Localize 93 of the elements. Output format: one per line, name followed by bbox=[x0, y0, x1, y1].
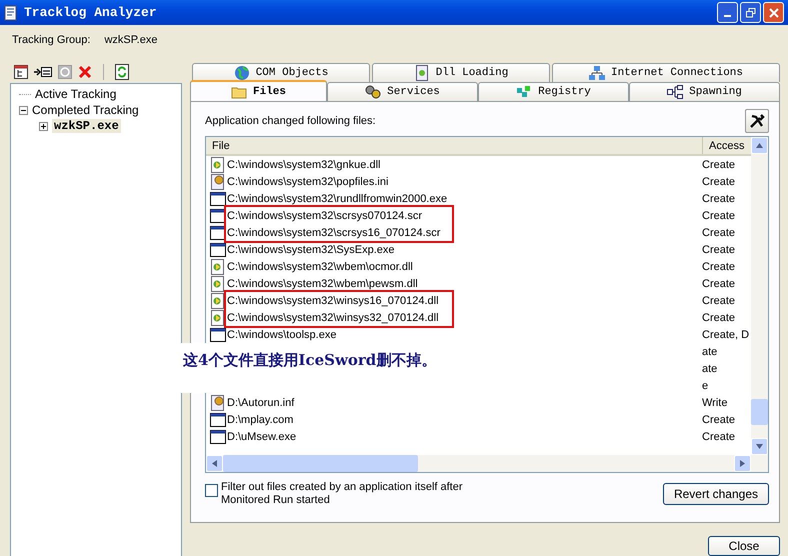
access-type: Create bbox=[702, 158, 736, 170]
file-path: C:\windows\system32\wbem\ocmor.dll bbox=[227, 260, 413, 272]
access-type: Create bbox=[702, 192, 736, 204]
settings-file-icon bbox=[210, 174, 226, 190]
tab[interactable]: Services bbox=[327, 82, 478, 101]
gears-icon bbox=[365, 85, 382, 99]
access-type: ate bbox=[702, 346, 718, 358]
app-icon bbox=[4, 4, 18, 20]
refresh-icon[interactable] bbox=[114, 63, 130, 81]
globe-icon bbox=[234, 65, 250, 81]
tab[interactable]: Registry bbox=[478, 82, 629, 101]
cubes-icon bbox=[516, 85, 532, 99]
tab[interactable]: Internet Connections bbox=[552, 63, 780, 82]
file-path: D:\Autorun.inf bbox=[227, 396, 294, 408]
tab[interactable]: Dll Loading bbox=[372, 63, 550, 82]
dll-file-icon bbox=[210, 156, 226, 172]
tab[interactable]: COM Objects bbox=[192, 63, 370, 82]
scroll-thumb[interactable] bbox=[223, 455, 418, 472]
tab[interactable]: Spawning bbox=[629, 82, 780, 101]
restore-icon bbox=[746, 8, 756, 18]
scroll-right-icon[interactable] bbox=[740, 460, 745, 467]
dll-file-icon bbox=[210, 258, 226, 274]
access-type: Create bbox=[702, 294, 736, 306]
access-type: Create bbox=[702, 278, 736, 290]
window-icon bbox=[210, 242, 226, 258]
filter-label: Filter out files created by an application itself after Monitored Run started bbox=[221, 481, 464, 507]
delete-icon[interactable] bbox=[77, 63, 93, 81]
file-path: C:\windows\system32\winsys32_070124.dll bbox=[227, 312, 439, 324]
file-path: C:\windows\system32\gnkue.dll bbox=[227, 158, 380, 170]
filter-checkbox[interactable] bbox=[205, 484, 218, 497]
collapse-toggle-icon[interactable] bbox=[19, 106, 28, 114]
settings-file-icon bbox=[210, 394, 226, 410]
access-type: Create bbox=[702, 210, 736, 222]
document-icon bbox=[414, 65, 430, 81]
dll-file-icon bbox=[210, 292, 226, 308]
access-type: Create, D bbox=[702, 328, 750, 340]
file-path: C:\windows\system32\scrsys16_070124.scr bbox=[227, 226, 440, 238]
scroll-left-icon[interactable] bbox=[212, 460, 217, 467]
close-dialog-button[interactable]: Close bbox=[708, 536, 780, 556]
tracking-group-value: wzkSP.exe bbox=[104, 34, 158, 46]
caption: Application changed following files: bbox=[205, 115, 376, 127]
access-type: Write bbox=[702, 396, 728, 408]
revert-changes-button[interactable]: Revert changes bbox=[662, 483, 769, 505]
tracking-group-label: Tracking Group: bbox=[12, 34, 90, 46]
window-icon bbox=[210, 412, 226, 428]
access-type: ate bbox=[702, 362, 718, 374]
access-type: Create bbox=[702, 414, 736, 426]
access-type: Create bbox=[702, 244, 736, 256]
tree-item[interactable]: Completed Tracking bbox=[32, 103, 139, 117]
file-path: C:\windows\system32\wbem\pewsm.dll bbox=[227, 278, 418, 290]
access-type: Create bbox=[702, 430, 736, 442]
access-type: Create bbox=[702, 260, 736, 272]
access-type: Create bbox=[702, 226, 736, 238]
access-type: Create bbox=[702, 176, 736, 188]
close-icon bbox=[768, 8, 778, 18]
scroll-up-icon[interactable] bbox=[756, 143, 763, 148]
horizontal-scrollbar[interactable] bbox=[206, 455, 768, 472]
hierarchy-icon bbox=[667, 85, 684, 99]
file-path: C:\windows\system32\scrsys070124.scr bbox=[227, 210, 422, 222]
file-path: C:\windows\system32\popfiles.ini bbox=[227, 176, 388, 188]
file-path: C:\windows\system32\rundllfromwin2000.exe bbox=[227, 192, 448, 204]
scroll-down-icon[interactable] bbox=[756, 444, 763, 449]
close-button[interactable] bbox=[763, 2, 784, 23]
folder-icon bbox=[230, 84, 247, 98]
network-icon bbox=[588, 65, 605, 81]
file-path: D:\uMsew.exe bbox=[227, 430, 296, 442]
tree-item[interactable]: wzkSP.exe bbox=[52, 119, 121, 133]
window-icon bbox=[210, 326, 226, 342]
access-type: e bbox=[702, 380, 708, 392]
scroll-thumb[interactable] bbox=[751, 399, 768, 425]
file-path: D:\mplay.com bbox=[227, 414, 294, 426]
hammer-wrench-icon bbox=[749, 113, 765, 129]
window-icon bbox=[210, 428, 226, 444]
dll-file-icon bbox=[210, 310, 226, 326]
vertical-scrollbar[interactable] bbox=[751, 137, 768, 455]
expand-toggle-icon[interactable] bbox=[39, 122, 48, 130]
tools-button[interactable] bbox=[745, 109, 769, 133]
tree-icon[interactable] bbox=[13, 63, 29, 81]
window-icon bbox=[210, 224, 226, 240]
window-icon bbox=[210, 208, 226, 224]
window-icon bbox=[210, 190, 226, 206]
minimize-icon bbox=[724, 14, 731, 16]
window-title: Tracklog Analyzer bbox=[24, 5, 158, 20]
dll-file-icon bbox=[210, 276, 226, 292]
file-path: C:\windows\toolsp.exe bbox=[227, 328, 336, 340]
minimize-button[interactable] bbox=[717, 2, 738, 23]
column-header[interactable]: File bbox=[206, 137, 702, 154]
file-path: C:\windows\system32\SysExp.exe bbox=[227, 244, 395, 256]
maximize-button[interactable] bbox=[740, 2, 761, 23]
tab[interactable]: Files bbox=[190, 80, 327, 101]
access-type: Create bbox=[702, 312, 736, 324]
file-path: C:\windows\system32\winsys16_070124.dll bbox=[227, 294, 439, 306]
tree-item[interactable]: Active Tracking bbox=[35, 87, 116, 101]
